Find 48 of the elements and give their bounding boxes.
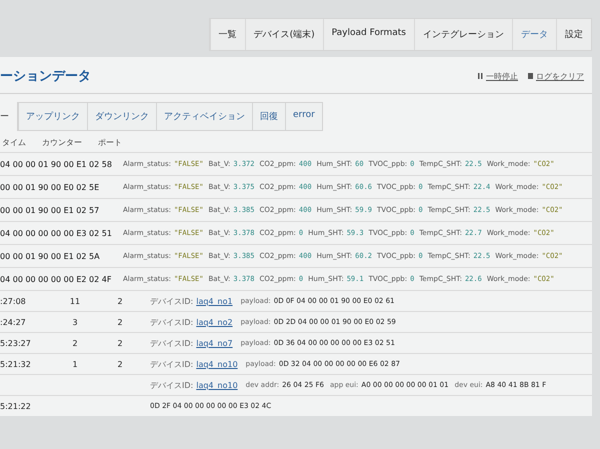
nav-tab[interactable]: データ [512, 19, 556, 50]
port-cell-text: 2 [116, 296, 124, 306]
device-link[interactable]: laq4_no7 [196, 338, 233, 348]
page-title: ーションデータ [0, 68, 91, 85]
counter-cell-text: 3 [71, 318, 79, 326]
filter-tab[interactable]: アップリンク [18, 103, 87, 130]
nav-tab[interactable]: インテグレーション [414, 19, 512, 50]
device-link[interactable]: laq4_no1 [196, 296, 233, 306]
filter-tab[interactable]: 回復 [252, 103, 285, 130]
device-link[interactable]: laq4_no2 [196, 318, 233, 326]
payload-hex: 00 00 01 90 00 E0 02 5E [0, 182, 100, 192]
device-id-label: デバイスID: [150, 316, 194, 328]
nav-tab[interactable]: Payload Formats [322, 19, 414, 50]
payload-hex: 04 00 00 01 90 00 E1 02 58 [0, 160, 113, 168]
nav-tab[interactable]: 一覧 [210, 19, 245, 50]
column-header: カウンター [42, 137, 82, 148]
payload-hex: 00 00 01 90 00 E1 02 57 [0, 206, 100, 214]
pause-icon [478, 73, 483, 79]
payload-hex: 04 00 00 00 00 00 E3 02 51 [0, 228, 113, 238]
device-id-label: デバイスID: [150, 296, 194, 306]
time-cell-text: 5:21:32 [0, 360, 32, 368]
device-id-label: デバイスID: [150, 380, 194, 390]
port-cell-text: 2 [116, 360, 124, 368]
filter-tab[interactable]: error [285, 103, 322, 130]
column-header: ポート [98, 137, 122, 148]
counter-cell-text: 1 [71, 360, 79, 368]
counter-cell-text: 11 [68, 296, 82, 306]
device-id-label: デバイスID: [150, 358, 194, 370]
device-id-label: デバイスID: [150, 338, 194, 348]
port-cell-text: 2 [116, 318, 124, 326]
time-cell-text: 5:21:22 [0, 402, 32, 410]
time-cell-text: :27:08 [0, 296, 27, 306]
device-link[interactable]: laq4_no10 [196, 360, 238, 368]
time-cell-text: :24:27 [0, 318, 27, 326]
device-link[interactable]: laq4_no10 [196, 380, 238, 390]
nav-tab[interactable]: 設定 [556, 19, 591, 50]
column-header: タイム [2, 137, 26, 148]
counter-cell-text: 2 [71, 338, 79, 348]
filter-tab[interactable]: ダウンリンク [87, 103, 156, 130]
payload-hex: 00 00 01 90 00 E1 02 5A [0, 252, 101, 260]
filter-tab[interactable]: アクティベイション [156, 103, 252, 130]
action-link[interactable]: 一時停止 [478, 70, 518, 82]
payload-hex: 04 00 00 00 00 00 E2 02 4F [0, 274, 112, 284]
port-cell-text: 2 [116, 338, 124, 348]
action-link[interactable]: ログをクリア [528, 70, 584, 82]
nav-tab[interactable]: デバイス(端末) [244, 19, 323, 50]
filter-tab[interactable]: ー [0, 110, 9, 123]
time-cell-text: 5:23:27 [0, 338, 32, 348]
